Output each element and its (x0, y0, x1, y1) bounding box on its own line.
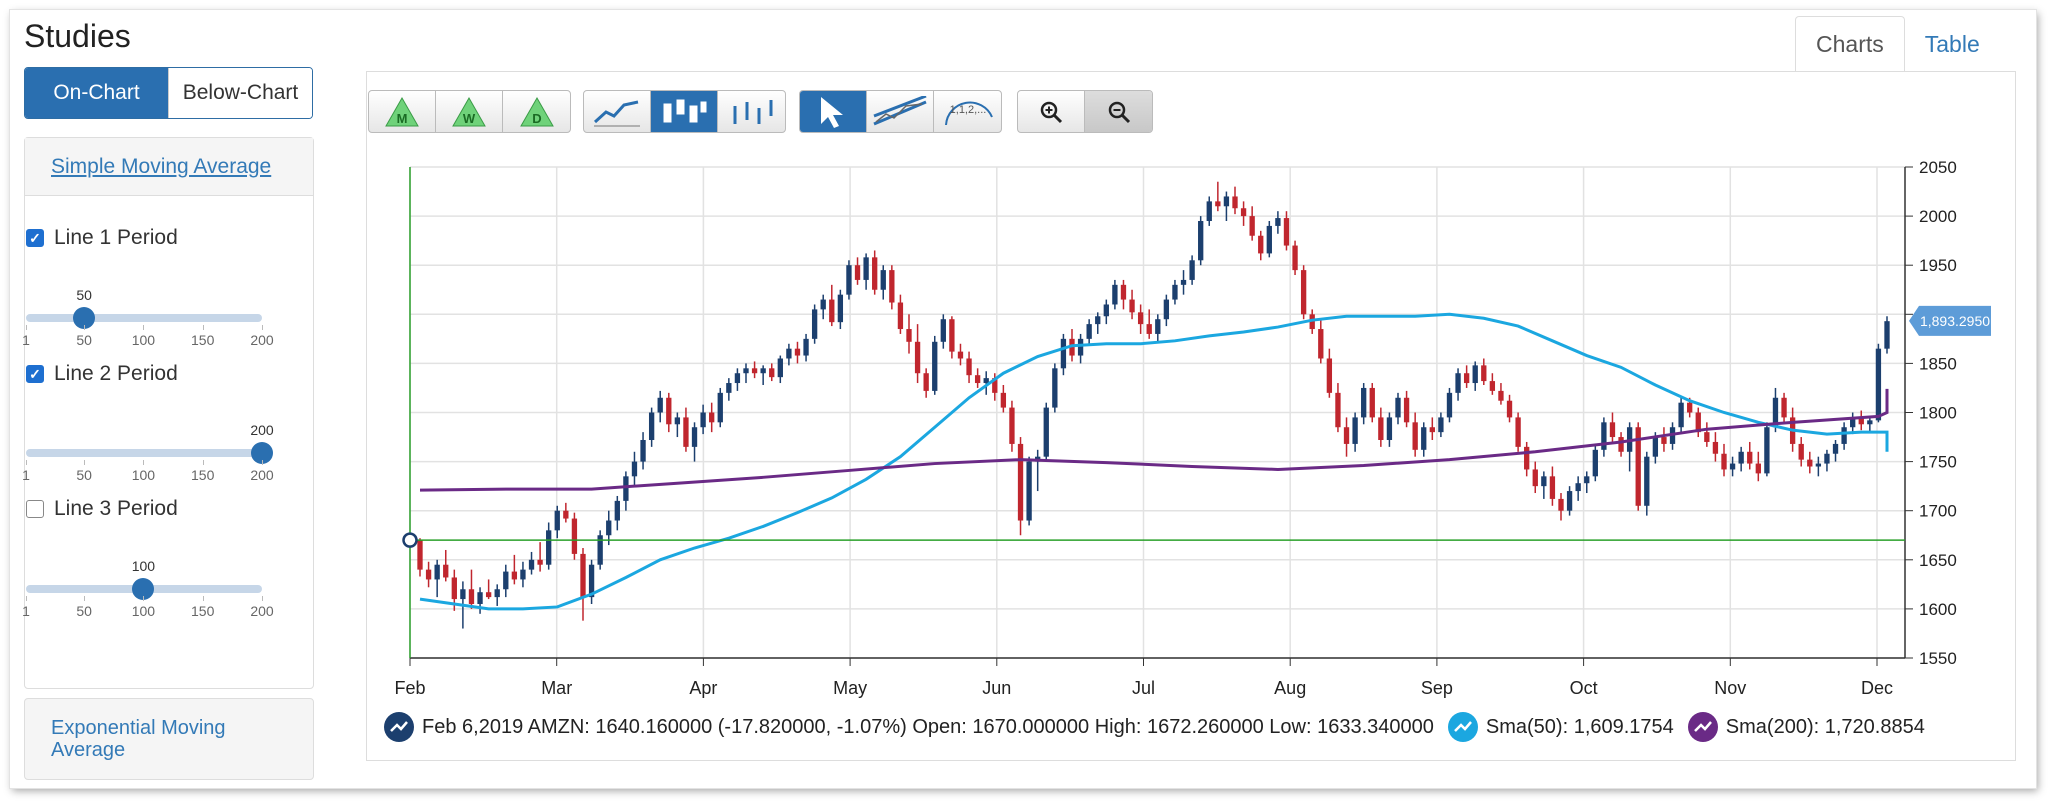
fibonacci-button[interactable]: 1,1,2,... (934, 91, 1001, 132)
line1-checkbox[interactable]: ✓ (26, 229, 44, 247)
chart-legend: Feb 6,2019 AMZN: 1640.160000 (-17.820000… (384, 710, 1939, 744)
view-tabs: Charts Table (1795, 16, 2000, 72)
sma-panel-header: Simple Moving Average (25, 138, 313, 196)
pointer-button[interactable] (800, 91, 867, 132)
slider-tick (143, 325, 145, 330)
slider-tick (262, 460, 263, 465)
slider-tick (262, 596, 263, 601)
line-chart-button[interactable] (584, 91, 651, 132)
line2-slider[interactable]: 200 1 50 100 150 200 (22, 422, 274, 492)
slider-tick-label: 50 (76, 603, 92, 619)
sma50-legend-text: Sma(50): 1,609.1754 (1485, 715, 1674, 738)
slider-tick (26, 596, 27, 601)
line-chart-icon (593, 100, 640, 126)
weekly-icon: W (452, 96, 486, 126)
slider-tick (143, 596, 145, 601)
sma200-legend-text: Sma(200): 1,720.8854 (1725, 715, 1925, 738)
line1-label: Line 1 Period (54, 226, 178, 249)
line3-row: Line 3 Period (26, 497, 178, 521)
price-legend-item: Feb 6,2019 AMZN: 1640.160000 (-17.820000… (384, 712, 1434, 742)
price-legend-text: Feb 6,2019 AMZN: 1640.160000 (-17.820000… (422, 715, 1434, 738)
svg-text:D: D (532, 111, 541, 126)
slider-track[interactable] (26, 314, 262, 322)
slider-tick (143, 460, 145, 465)
chart-type-group (583, 90, 786, 133)
slider-tick-label: 150 (191, 332, 215, 348)
placement-toggle: On-Chart Below-Chart (24, 67, 313, 119)
slider-tick (202, 325, 204, 330)
chart-container (366, 71, 2016, 761)
zoom-in-icon (1040, 101, 1063, 123)
slider-tick (84, 325, 86, 330)
slider-tick-label: 150 (191, 467, 215, 483)
trendline-icon (873, 95, 927, 125)
ohlc-icon (733, 99, 772, 124)
ema-panel: Exponential Moving Average (24, 698, 314, 780)
monthly-icon: M (385, 96, 419, 126)
slider-tick-label: 200 (250, 603, 274, 619)
tab-charts[interactable]: Charts (1795, 16, 1905, 72)
slider-value: 100 (131, 558, 156, 574)
slider-tick-label: 50 (76, 467, 92, 483)
line1-slider[interactable]: 50 1 50 100 150 200 (22, 287, 274, 357)
svg-text:M: M (397, 111, 408, 126)
slider-tick-label: 200 (250, 467, 274, 483)
on-chart-button[interactable]: On-Chart (25, 68, 168, 118)
slider-tick-label: 1 (22, 467, 30, 483)
below-chart-button[interactable]: Below-Chart (168, 68, 312, 118)
candlestick-icon (663, 99, 707, 122)
sma50-legend-item: Sma(50): 1,609.1754 (1447, 712, 1674, 742)
slider-value: 200 (250, 422, 274, 438)
monthly-button[interactable]: M (369, 91, 436, 132)
tab-table[interactable]: Table (1905, 16, 2000, 72)
sma-heading-link[interactable]: Simple Moving Average (51, 155, 271, 179)
trendline-button[interactable] (867, 91, 934, 132)
sma200-series-icon (1687, 712, 1718, 742)
slider-tick (84, 460, 86, 465)
slider-tick-label: 50 (76, 332, 92, 348)
line3-label: Line 3 Period (54, 497, 178, 520)
slider-tick-label: 1 (22, 332, 30, 348)
slider-tick (84, 596, 86, 601)
daily-button[interactable]: D (503, 91, 570, 132)
slider-tick-label: 100 (131, 332, 156, 348)
fibonacci-icon: 1,1,2,... (944, 100, 993, 125)
period-group: M W D (368, 90, 571, 133)
zoom-in-button[interactable] (1018, 91, 1085, 132)
slider-value: 50 (76, 287, 92, 303)
price-series-icon (384, 712, 414, 742)
studies-title: Studies (24, 18, 131, 54)
slider-tick (202, 460, 204, 465)
zoom-group (1017, 90, 1153, 133)
slider-tick (26, 460, 27, 465)
ema-heading-link[interactable]: Exponential Moving Average (51, 717, 226, 761)
ohlc-button[interactable] (718, 91, 785, 132)
slider-tick-label: 200 (250, 332, 274, 348)
line3-slider[interactable]: 100 1 50 100 150 200 (22, 558, 274, 628)
slider-tick-label: 150 (191, 603, 215, 619)
slider-tick (262, 325, 263, 330)
drawing-tools-group: 1,1,2,... (799, 90, 1002, 133)
svg-text:1,1,2,...: 1,1,2,... (949, 104, 986, 116)
slider-tick-label: 100 (131, 603, 156, 619)
zoom-out-button[interactable] (1085, 91, 1152, 132)
slider-track[interactable] (26, 449, 262, 457)
svg-text:W: W (463, 111, 476, 126)
weekly-button[interactable]: W (436, 91, 503, 132)
sma200-legend-item: Sma(200): 1,720.8854 (1687, 712, 1925, 742)
slider-tick (202, 596, 204, 601)
zoom-out-icon (1108, 101, 1130, 123)
slider-tick (26, 325, 27, 330)
daily-icon: D (519, 96, 554, 126)
sma50-series-icon (1447, 712, 1478, 742)
pointer-icon (821, 96, 843, 128)
slider-tick-label: 100 (131, 467, 156, 483)
slider-tick-label: 1 (22, 603, 30, 619)
line2-checkbox[interactable]: ✓ (26, 365, 44, 383)
line1-row: ✓ Line 1 Period (26, 226, 178, 250)
candlestick-button[interactable] (651, 91, 718, 132)
line2-label: Line 2 Period (54, 362, 178, 385)
line3-checkbox[interactable] (26, 500, 44, 518)
line2-row: ✓ Line 2 Period (26, 362, 178, 386)
